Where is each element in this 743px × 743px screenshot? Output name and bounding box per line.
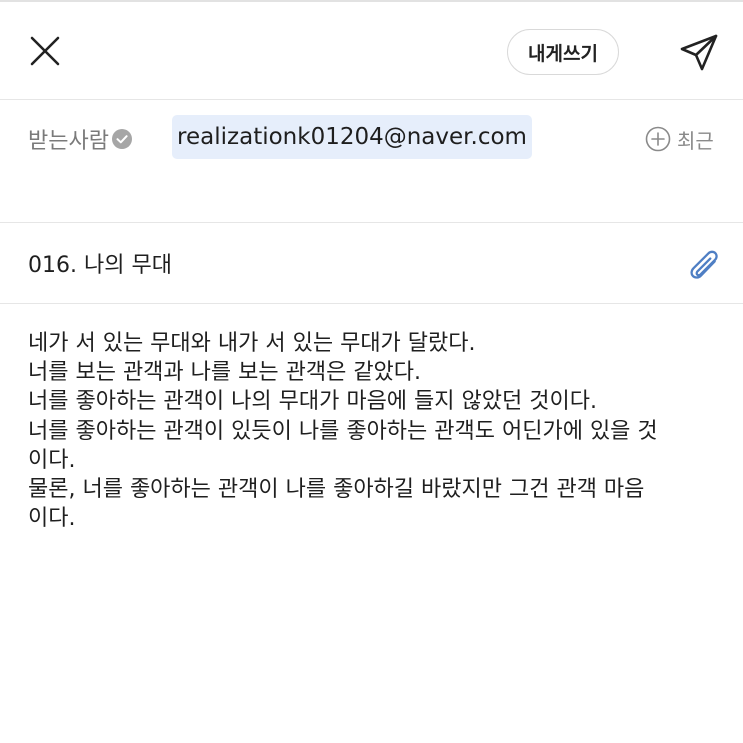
body-line: 네가 서 있는 무대와 내가 서 있는 무대가 달랐다.: [28, 331, 476, 356]
body-line: 물론, 너를 좋아하는 관객이 나를 좋아하길 바랐지만 그건 관객 마음: [28, 477, 645, 503]
check-circle-icon[interactable]: [111, 129, 132, 149]
send-paper-plane-icon: [680, 34, 718, 71]
subject-field[interactable]: 016. 나의 무대: [28, 247, 172, 279]
plus-circle-icon: [645, 126, 671, 152]
paperclip-icon: [690, 250, 718, 279]
compose-header: 내게쓰기: [0, 2, 743, 99]
send-button[interactable]: [674, 28, 724, 78]
recipient-label-group: 받는사람: [28, 122, 132, 156]
body-line: 너를 좋아하는 관객이 나의 무대가 마음에 들지 않았던 것이다.: [28, 389, 597, 415]
body-line: 이다.: [28, 447, 76, 473]
header-divider: [0, 99, 743, 100]
subject-divider: [0, 303, 743, 304]
recent-label: 최근: [677, 128, 714, 153]
write-to-self-button[interactable]: 내게쓰기: [507, 29, 619, 75]
recipient-label: 받는사람: [28, 129, 109, 154]
recipient-divider: [0, 222, 743, 223]
recipient-chip[interactable]: realizationk01204@naver.com: [172, 115, 532, 159]
message-body[interactable]: 네가 서 있는 무대와 내가 서 있는 무대가 달랐다. 너를 보는 관객과 나…: [28, 329, 718, 533]
body-line: 이다.: [28, 506, 76, 532]
attach-button[interactable]: [684, 243, 724, 285]
body-line: 너를 좋아하는 관객이 있듯이 나를 좋아하는 관객도 어딘가에 있을 것: [28, 418, 658, 444]
close-button[interactable]: [22, 28, 68, 74]
subject-text: 016. 나의 무대: [28, 253, 172, 278]
recent-recipients-button[interactable]: 최근: [645, 124, 714, 154]
close-icon: [30, 36, 60, 66]
body-line: 너를 보는 관객과 나를 보는 관객은 같았다.: [28, 360, 422, 386]
write-to-self-label: 내게쓰기: [528, 42, 598, 65]
recipient-email: realizationk01204@naver.com: [177, 124, 527, 150]
